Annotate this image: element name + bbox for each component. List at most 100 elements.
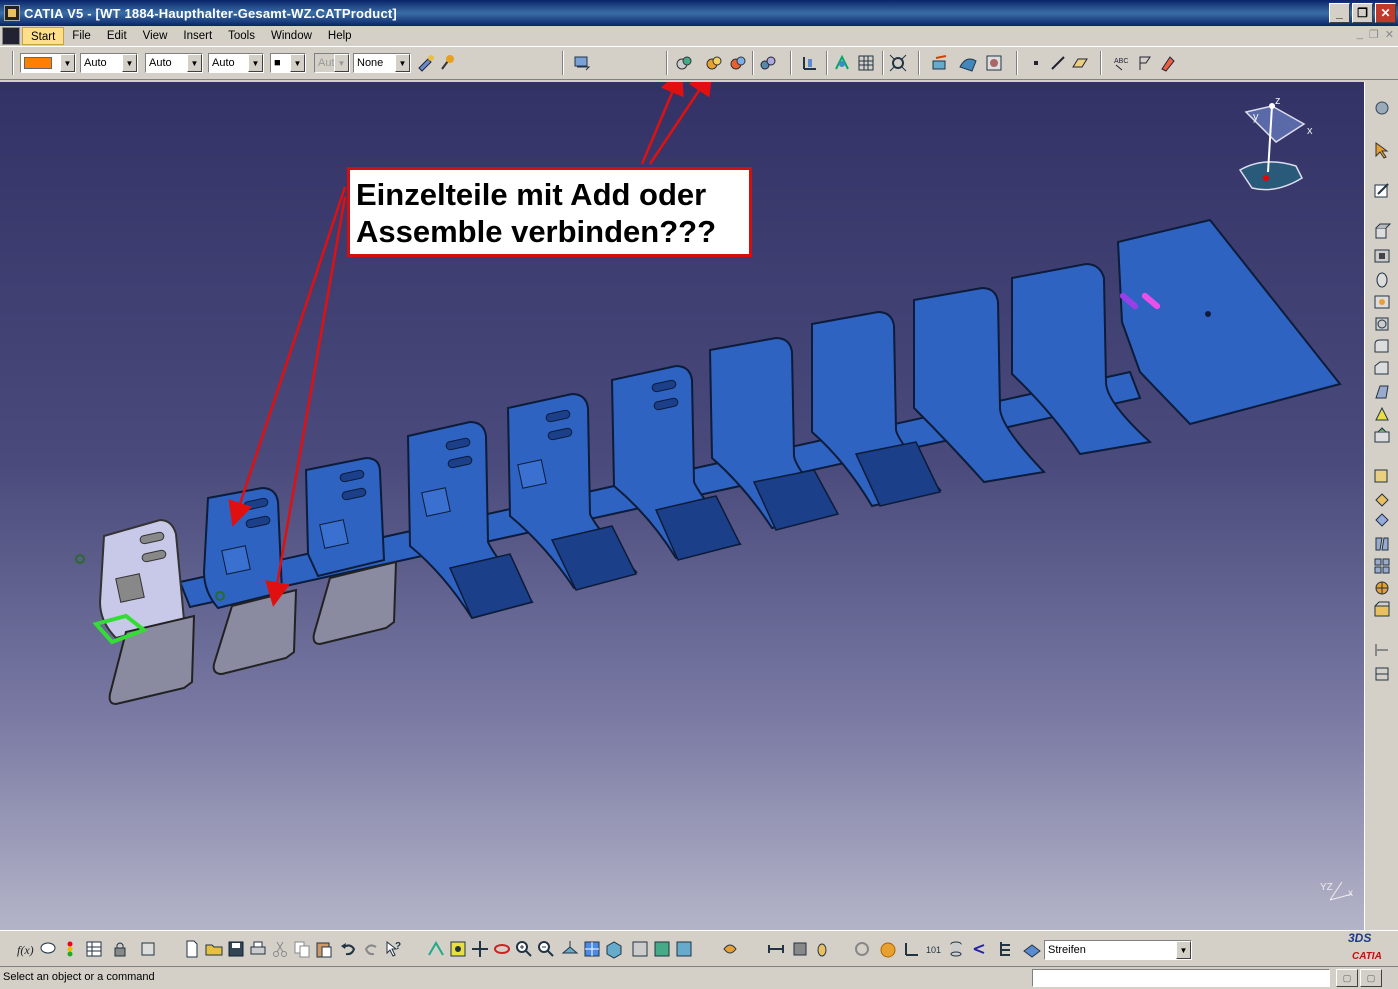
- mirror-icon[interactable]: [1372, 534, 1392, 554]
- chevron-down-icon[interactable]: ▼: [122, 54, 137, 72]
- xyz-icon[interactable]: [970, 939, 990, 959]
- axis-system-icon[interactable]: [832, 53, 852, 73]
- flag-note-icon[interactable]: [1136, 53, 1156, 73]
- chevron-down-icon[interactable]: ▼: [1176, 941, 1191, 959]
- sketcher-icon[interactable]: [1372, 180, 1392, 200]
- layer-icon[interactable]: [1022, 939, 1042, 959]
- traffic-light-icon[interactable]: [60, 939, 80, 959]
- fit-all-in-icon[interactable]: [448, 939, 468, 959]
- measure-inertia-icon[interactable]: [812, 939, 832, 959]
- measure-icon[interactable]: [800, 53, 820, 73]
- rib-icon[interactable]: [1372, 314, 1392, 334]
- shading-mode-icon[interactable]: [630, 939, 650, 959]
- symmetry-icon[interactable]: [1372, 510, 1392, 530]
- hide-show-icon[interactable]: [652, 939, 672, 959]
- analysis-icon[interactable]: [1372, 664, 1392, 684]
- fit-all-icon[interactable]: [888, 53, 908, 73]
- fly-mode-icon[interactable]: [426, 939, 446, 959]
- status-button-2[interactable]: ▢: [1360, 969, 1382, 987]
- pan-icon[interactable]: [470, 939, 490, 959]
- point-type-combo[interactable]: ■ ▼: [270, 53, 306, 73]
- manipulate-icon[interactable]: [758, 53, 778, 73]
- print-icon[interactable]: [248, 939, 268, 959]
- painter-icon[interactable]: [416, 53, 436, 73]
- axis-icon[interactable]: [902, 939, 922, 959]
- whats-this-icon[interactable]: ?: [384, 939, 404, 959]
- grid-icon[interactable]: [856, 53, 876, 73]
- hole-icon[interactable]: [1372, 292, 1392, 312]
- undo-icon[interactable]: [338, 939, 358, 959]
- shell-icon[interactable]: [1372, 404, 1392, 424]
- surface-icon[interactable]: [958, 53, 978, 73]
- mdi-restore-icon[interactable]: ❐: [1369, 28, 1379, 41]
- pattern-icon[interactable]: [1372, 556, 1392, 576]
- plane-icon[interactable]: [1070, 53, 1090, 73]
- status-button-1[interactable]: ▢: [1336, 969, 1358, 987]
- scaling-icon[interactable]: [1372, 578, 1392, 598]
- save-icon[interactable]: [226, 939, 246, 959]
- formula-icon[interactable]: f(x): [16, 939, 36, 959]
- normal-view-icon[interactable]: [560, 939, 580, 959]
- mdi-minimize-icon[interactable]: _: [1357, 28, 1363, 41]
- transparency-combo[interactable]: Auto ▼: [80, 53, 138, 73]
- assemble-body-icon[interactable]: [728, 53, 748, 73]
- redo-icon[interactable]: [362, 939, 382, 959]
- catalog-browser-icon[interactable]: [572, 53, 592, 73]
- compass-widget[interactable]: z x y: [1238, 95, 1313, 191]
- copy-icon[interactable]: [292, 939, 312, 959]
- chamfer-icon[interactable]: [1372, 358, 1392, 378]
- chevron-down-icon[interactable]: ▼: [187, 54, 202, 72]
- number-icon[interactable]: 101: [924, 939, 944, 959]
- parameter-icon[interactable]: [138, 939, 158, 959]
- zoom-in-icon[interactable]: [514, 939, 534, 959]
- cut-icon[interactable]: [270, 939, 290, 959]
- swap-visible-icon[interactable]: [852, 939, 872, 959]
- add-body-icon[interactable]: [704, 53, 724, 73]
- layer-filter-combo[interactable]: Streifen ▼: [1044, 940, 1192, 960]
- menu-help[interactable]: Help: [320, 27, 360, 45]
- paint-brush-icon[interactable]: [438, 53, 458, 73]
- fillet-icon[interactable]: [1372, 336, 1392, 356]
- close-button[interactable]: ✕: [1375, 3, 1396, 23]
- rotate-view-icon[interactable]: [492, 939, 512, 959]
- menu-start[interactable]: Start: [22, 27, 65, 45]
- menu-insert[interactable]: Insert: [175, 27, 220, 45]
- iso-view-icon[interactable]: [604, 939, 624, 959]
- draft-icon[interactable]: [1372, 382, 1392, 402]
- menu-edit[interactable]: Edit: [99, 27, 135, 45]
- chevron-down-icon[interactable]: ▼: [395, 54, 410, 72]
- menu-view[interactable]: View: [135, 27, 176, 45]
- command-input[interactable]: [1032, 969, 1330, 987]
- chevron-down-icon[interactable]: ▼: [290, 54, 305, 72]
- line-type-combo[interactable]: Auto ▼: [208, 53, 264, 73]
- measure-between-icon[interactable]: [766, 939, 786, 959]
- cylinder-icon[interactable]: [946, 939, 966, 959]
- text-annotation-icon[interactable]: ABC: [1112, 53, 1132, 73]
- end-plate[interactable]: [1116, 218, 1342, 426]
- pad-icon[interactable]: [1372, 222, 1392, 242]
- select-arrow-icon[interactable]: [1372, 140, 1392, 160]
- tree-icon[interactable]: [996, 939, 1016, 959]
- catia-document-icon[interactable]: [2, 27, 20, 45]
- chevron-down-icon[interactable]: ▼: [248, 54, 263, 72]
- color-combo[interactable]: ▼: [20, 53, 76, 73]
- swap-space-icon[interactable]: [674, 939, 694, 959]
- sketch-icon[interactable]: [930, 53, 950, 73]
- menu-file[interactable]: File: [64, 27, 99, 45]
- catia-app-icon[interactable]: [4, 5, 20, 21]
- zoom-out-icon[interactable]: [536, 939, 556, 959]
- menu-window[interactable]: Window: [263, 27, 320, 45]
- menu-tools[interactable]: Tools: [220, 27, 263, 45]
- shading-icon[interactable]: [984, 53, 1004, 73]
- hand-icon[interactable]: [878, 939, 898, 959]
- shaft-icon[interactable]: [1372, 270, 1392, 290]
- split-icon[interactable]: [1372, 600, 1392, 620]
- insert-body-icon[interactable]: [674, 53, 694, 73]
- chevron-down-icon[interactable]: ▼: [60, 54, 75, 72]
- paste-icon[interactable]: [314, 939, 334, 959]
- rotate-icon[interactable]: [1372, 488, 1392, 508]
- pocket-icon[interactable]: [1372, 246, 1392, 266]
- globe-icon[interactable]: [1372, 98, 1392, 118]
- point-icon[interactable]: [1026, 53, 1046, 73]
- knowledge-icon[interactable]: [38, 939, 58, 959]
